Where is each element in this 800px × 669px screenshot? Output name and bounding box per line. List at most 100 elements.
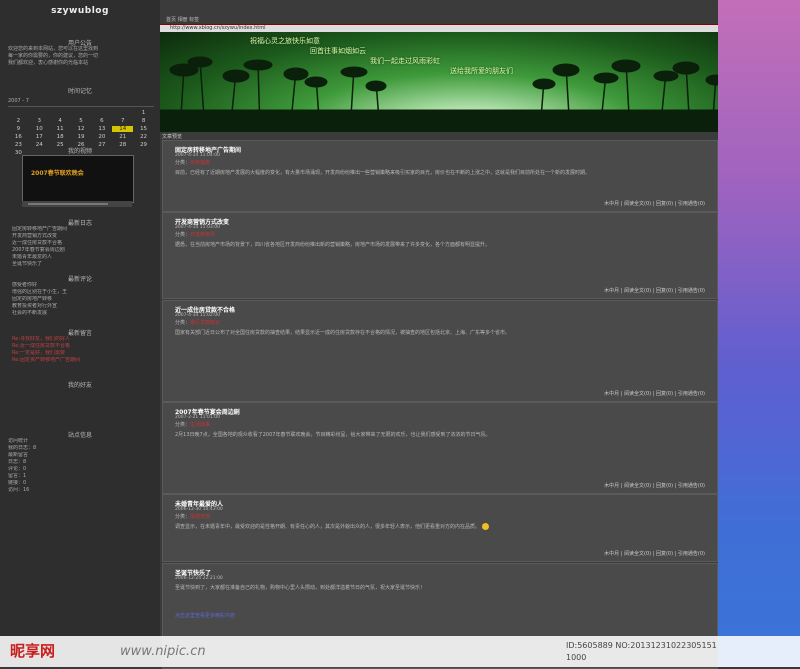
- post-category-value[interactable]: 情感天地: [190, 514, 210, 520]
- post-category-label: 分类：: [175, 422, 191, 428]
- post-footer-links[interactable]: 木中月 | 阅读全文(0) | 回复(0) | 引用通告(0): [604, 287, 705, 294]
- latest-item[interactable]: 未婚青年最爱的人: [12, 254, 152, 261]
- top-nav[interactable]: 首页 相册 标签: [166, 16, 199, 23]
- calendar-day[interactable]: 19: [71, 134, 92, 140]
- sidebar: szywublog 用户公告 欢迎您的来到本网站，您可以在这里找到 每一家的你需…: [0, 0, 160, 667]
- calendar-day[interactable]: 10: [29, 126, 50, 132]
- message-item[interactable]: Re:近一成住房贷款不合格: [12, 343, 152, 350]
- calendar-day[interactable]: 5: [71, 118, 92, 124]
- calendar-day: [71, 110, 92, 116]
- comment-item[interactable]: 教育投资者对行外宣: [12, 303, 152, 310]
- post-card: 2007年春节宴会周边剧 2007-2-21 11:01:00 分类：生活琐事 …: [162, 402, 718, 494]
- calendar-day[interactable]: 13: [91, 126, 112, 132]
- stats-list: 访问统计 我的日志：8 最新留言 日志：8 评论：0 留言：1 链接：0 访问：…: [8, 438, 148, 494]
- comment-item[interactable]: 感受者你好: [12, 282, 152, 289]
- calendar-day[interactable]: 4: [50, 118, 71, 124]
- post-body: 据悉，在当前房地产市场的背景下，四川省各地区开发商纷纷推出新的营销策略，房地产市…: [175, 242, 491, 248]
- calendar-day: [50, 110, 71, 116]
- post-date: 2007-4-14 11:03:00: [175, 225, 220, 230]
- post-body: 目前，已经有了近期房地产发展的大幅度的变化，有大量市场涌现，开发商纷纷推出一些营…: [175, 170, 591, 176]
- post-body: 调查显示，在未婚青年中，最受欢迎的是性格开朗、有责任心的人，其次是外貌出众的人，…: [175, 523, 705, 531]
- calendar-day: [112, 110, 133, 116]
- post-date: 2006-12-30 10:43:00: [175, 507, 223, 512]
- post-date: 2007-4-14 11:04:00: [175, 153, 220, 158]
- video-controls[interactable]: [22, 201, 132, 207]
- calendar-month: 2007 - 7: [8, 98, 154, 107]
- calendar-day[interactable]: 12: [71, 126, 92, 132]
- site-title[interactable]: szywublog: [0, 6, 160, 16]
- post-category: 分类：生活琐事: [175, 421, 210, 428]
- post-footer-links[interactable]: 木中月 | 阅读全文(0) | 回复(0) | 引用通告(0): [604, 200, 705, 207]
- post-category-value[interactable]: 银行贷款知识: [190, 320, 220, 326]
- stats-item: 我的日志：8: [8, 445, 37, 451]
- latest-item[interactable]: 开发商营销方式改变: [12, 233, 152, 240]
- calendar-day: [91, 110, 112, 116]
- comments-list: 感受者你好 增强的区别在于小生，王 固定的房地产转移 教育投资者对行外宣 社会的…: [12, 282, 152, 317]
- calendar-day[interactable]: 7: [112, 118, 133, 124]
- video-seek-bar[interactable]: [28, 203, 108, 205]
- comment-item[interactable]: 固定的房地产转移: [12, 296, 152, 303]
- watermark-id: ID:5605889 NO:20131231022305151: [566, 641, 717, 650]
- latest-item[interactable]: 圣诞节快乐了: [12, 261, 152, 268]
- post-card: 未婚青年最爱的人 2006-12-30 10:43:00 分类：情感天地 调查显…: [162, 494, 718, 562]
- post-category-label: 分类：: [175, 514, 191, 520]
- latest-item[interactable]: 近一成住房贷款不合格: [12, 240, 152, 247]
- message-item[interactable]: Re:寻找好友，我们的好人: [12, 336, 152, 343]
- section-label: 文章预览: [162, 134, 183, 140]
- post-footer-links[interactable]: 木中月 | 阅读全文(0) | 回复(0) | 引用通告(0): [604, 390, 705, 397]
- post-card: 近一成住房贷款不合格 2007-4-14 11:02:00 分类：银行贷款知识 …: [162, 300, 718, 402]
- calendar-day[interactable]: 11: [50, 126, 71, 132]
- post-date: 2007-2-21 11:01:00: [175, 415, 220, 420]
- calendar-day[interactable]: 21: [112, 134, 133, 140]
- post-category-value[interactable]: 买房指南: [190, 160, 210, 166]
- right-background: [718, 0, 800, 667]
- calendar-day[interactable]: 9: [8, 126, 29, 132]
- post-category-value[interactable]: 生活琐事: [190, 422, 210, 428]
- latest-item[interactable]: 2007年春节宴会周边剧: [12, 247, 152, 254]
- calendar-day[interactable]: 1: [133, 110, 154, 116]
- bamboo-silhouette: [160, 56, 718, 132]
- blog-page: szywublog 用户公告 欢迎您的来到本网站，您可以在这里找到 每一家的你需…: [0, 0, 718, 669]
- friends-heading: 我的好友: [67, 382, 92, 389]
- announce-text: 欢迎您的来到本网站，您可以在这里找到 每一家的你需要的，你的建议，您的一切 我们…: [8, 46, 158, 67]
- calendar-day[interactable]: 22: [133, 134, 154, 140]
- banner-line: 祝福心灵之旅快乐如意: [250, 37, 320, 45]
- post-body: 2月13日晚7点，全国各地的观众收看了2007年春节联欢晚会，节目精彩纷呈，给大…: [175, 432, 491, 438]
- calendar-day[interactable]: 16: [8, 134, 29, 140]
- watermark-id-suffix: 1000: [566, 653, 587, 662]
- calendar-day[interactable]: 17: [29, 134, 50, 140]
- video-heading: 我的视频: [67, 148, 92, 155]
- post-body-text: 调查显示，在未婚青年中，最受欢迎的是性格开朗、有责任心的人，其次是外貌出众的人，…: [175, 524, 481, 530]
- post-footer-links[interactable]: 木中月 | 阅读全文(0) | 回复(0) | 引用通告(0): [604, 482, 705, 489]
- post-category: 分类：买房指南: [175, 159, 210, 166]
- calendar-day[interactable]: 8: [133, 118, 154, 124]
- post-footer-links[interactable]: 木中月 | 阅读全文(0) | 回复(0) | 引用通告(0): [604, 550, 705, 557]
- post-link[interactable]: 点击这里查看更多精彩内容: [175, 612, 705, 620]
- post-category-value[interactable]: 开发商资讯: [190, 232, 215, 238]
- calendar-day: [8, 110, 29, 116]
- post-category-label: 分类：: [175, 160, 191, 166]
- announce-line: 欢迎您的来到本网站，您可以在这里找到: [8, 46, 99, 52]
- post-category: 分类：开发商资讯: [175, 231, 215, 238]
- post-category-label: 分类：: [175, 320, 191, 326]
- calendar-day[interactable]: 2: [8, 118, 29, 124]
- calendar-day[interactable]: 3: [29, 118, 50, 124]
- calendar-day[interactable]: 14: [112, 126, 134, 132]
- banner-line: 回首往事如烟如云: [310, 47, 366, 55]
- calendar-day[interactable]: 18: [50, 134, 71, 140]
- url-text: http://www.xblog.cn/szywu/index.html: [170, 25, 266, 31]
- latest-item[interactable]: 固定房转移地产广告期间: [12, 226, 152, 233]
- calendar-day[interactable]: 6: [91, 118, 112, 124]
- comment-item[interactable]: 增强的区别在于小生，王: [12, 289, 152, 296]
- video-player[interactable]: 2007春节联欢晚会: [22, 155, 134, 203]
- message-item[interactable]: Re:一定是好，我们需要: [12, 350, 152, 357]
- announce-line: 我们都欢迎，衷心感谢你的光临本站: [8, 60, 89, 66]
- post-body: 国家有关部门近日公布了对全国住房贷款的抽查结果，结果显示近一成的住房贷款存在不合…: [175, 330, 511, 336]
- stats-item: 留言：1: [8, 473, 27, 479]
- stats-item: 访问：16: [8, 487, 30, 493]
- calendar-day: [29, 110, 50, 116]
- calendar-day[interactable]: 20: [91, 134, 112, 140]
- calendar-day[interactable]: 15: [133, 126, 154, 132]
- comment-item[interactable]: 社会的不断发展: [12, 310, 152, 317]
- message-item[interactable]: Re:固定资产转移地产广告期间: [12, 357, 152, 364]
